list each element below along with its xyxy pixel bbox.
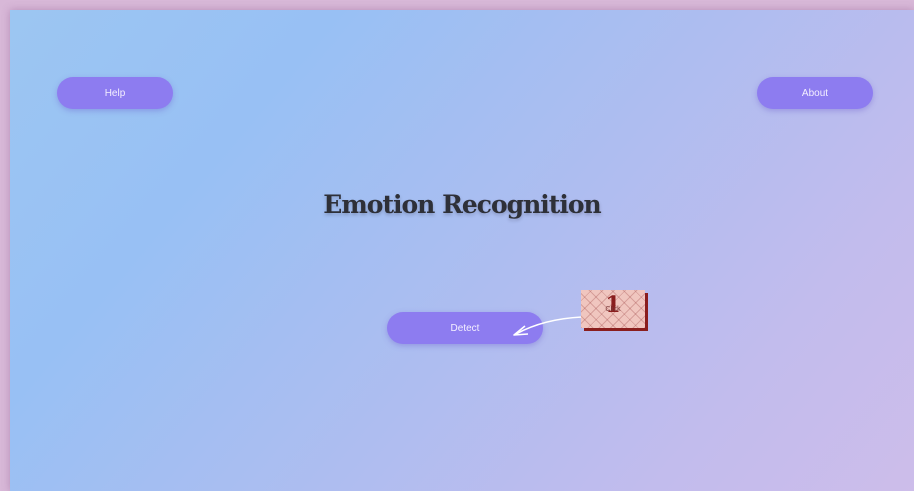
annotation-label: Click bbox=[605, 306, 621, 313]
annotation-number: 1 bbox=[605, 292, 621, 318]
page-title: Emotion Recognition bbox=[323, 190, 601, 219]
detect-button[interactable]: Detect bbox=[387, 312, 543, 344]
about-button[interactable]: About bbox=[757, 77, 873, 109]
app-window: Help About Emotion Recognition Detect 1 … bbox=[10, 10, 914, 491]
help-button[interactable]: Help bbox=[57, 77, 173, 109]
step-annotation-badge: 1 Click bbox=[581, 290, 645, 328]
